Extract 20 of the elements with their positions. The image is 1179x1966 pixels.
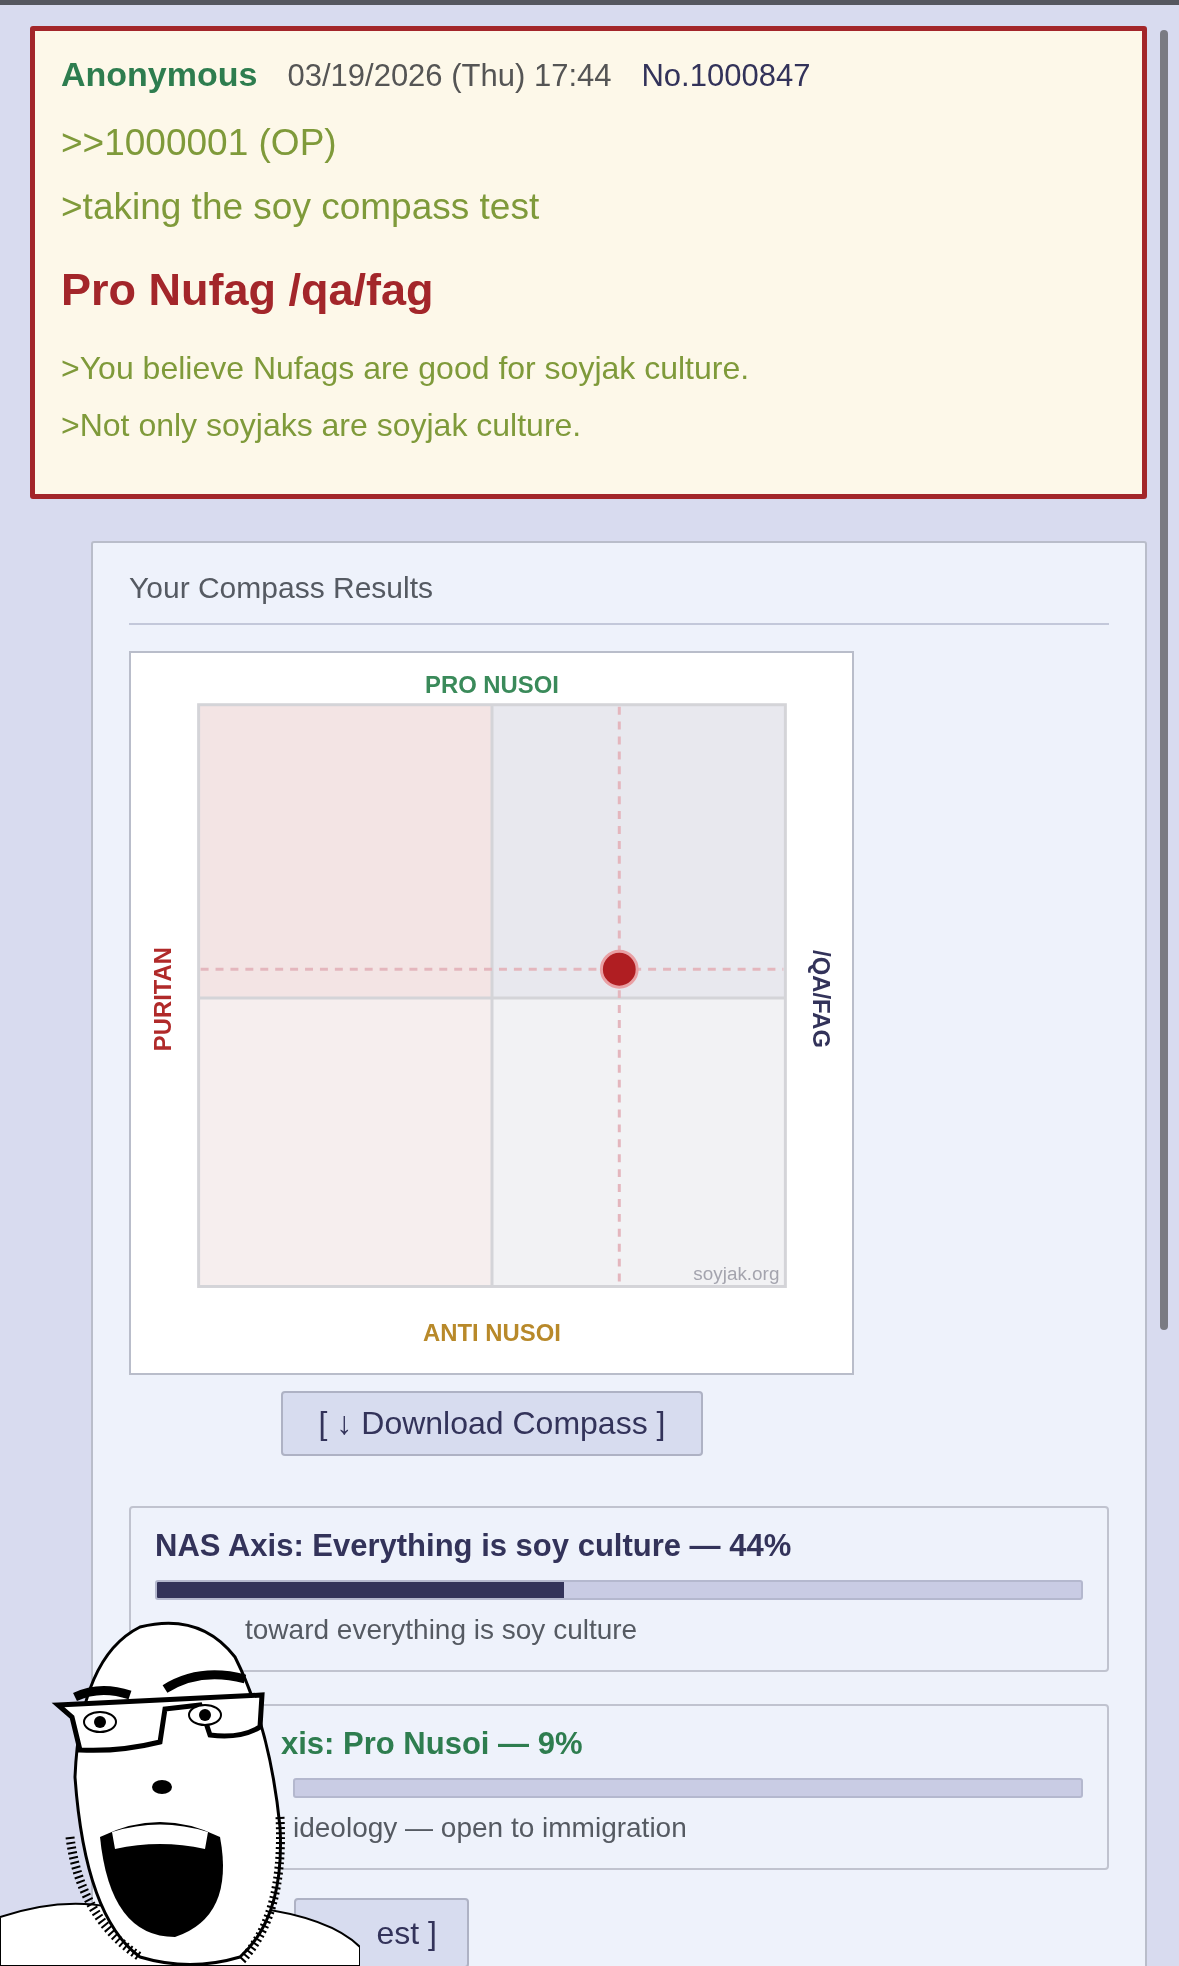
compass-watermark: soyjak.org <box>693 1262 780 1284</box>
poster-name: Anonymous <box>61 55 258 94</box>
right-axis-label: /QA/FAG <box>808 950 836 1049</box>
greentext-line: >taking the soy compass test <box>61 186 541 228</box>
axis-title: NAS Axis: Everything is soy culture — 44% <box>155 1528 793 1564</box>
axis-description: toward everything is soy culture <box>245 1614 639 1646</box>
scroll-thumb[interactable] <box>1160 30 1168 1330</box>
post-number[interactable]: No.1000847 <box>641 58 811 94</box>
greentext-line: >Not only soyjaks are soyjak culture. <box>61 407 583 444</box>
greentext-line: >You believe Nufags are good for soyjak culture. <box>61 350 751 387</box>
axis-title: xis: Pro Nusoi — 9% <box>281 1726 584 1762</box>
result-dot <box>599 949 639 989</box>
top-axis-label: PRO NUSOI <box>425 670 559 698</box>
result-title: Pro Nufag /qa/fag <box>61 264 435 316</box>
post-date: 03/19/2026 (Thu) 17:44 <box>287 58 612 94</box>
bottom-axis-label: ANTI NUSOI <box>423 1319 561 1347</box>
panel-heading: Your Compass Results <box>129 571 1109 625</box>
download-button[interactable]: [ ↓ Download Compass ] <box>281 1391 703 1456</box>
axis-description: ideology — open to immigration <box>293 1812 688 1844</box>
left-axis-label: PURITAN <box>148 946 176 1052</box>
